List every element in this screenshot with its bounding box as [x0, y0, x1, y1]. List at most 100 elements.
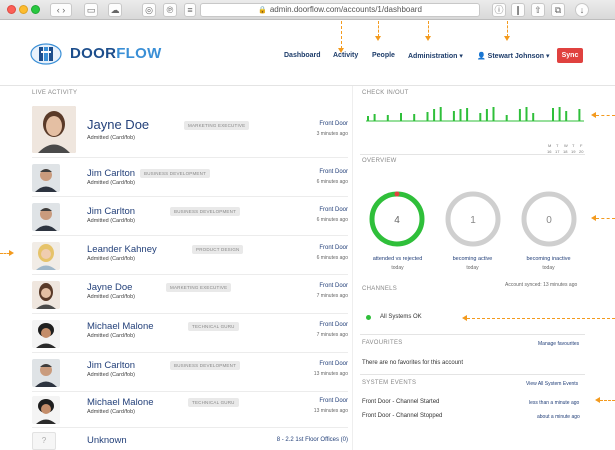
row-divider	[32, 157, 348, 158]
annotation-arrow-icon	[9, 250, 14, 256]
share-icon[interactable]: ⇧	[531, 3, 545, 17]
person-name[interactable]: Jayne Doe	[87, 282, 132, 293]
header-divider	[0, 85, 615, 86]
person-name[interactable]: Jim Carlton	[87, 168, 135, 179]
access-status: Admitted (Card/fob)	[87, 409, 135, 415]
weekday-label: T	[572, 143, 575, 148]
minimize-window-button[interactable]	[19, 5, 28, 14]
nav-dashboard[interactable]: Dashboard	[284, 52, 321, 59]
becoming-inactive-ring[interactable]: 0	[520, 190, 578, 248]
ring-sublabel: today	[391, 265, 404, 271]
door-name[interactable]: Front Door	[319, 245, 348, 251]
person-name[interactable]: Leander Kahney	[87, 244, 157, 255]
annotation-line	[507, 21, 508, 37]
nav-activity[interactable]: Activity	[333, 52, 358, 59]
browser-toolbar: ‹ › ▭ ☁ ◎ ℗ ≡ 🔒 admin.doorflow.com/accoun…	[0, 0, 615, 20]
door-name[interactable]: Front Door	[319, 283, 348, 289]
chart-bar	[373, 114, 376, 121]
reader-icon[interactable]: ❙	[511, 3, 525, 17]
activity-item[interactable]: Jayne Doe MARKETING EXECUTIVE Admitted (…	[32, 277, 348, 313]
activity-item[interactable]: ? Unknown 8 - 2.2 1st Floor Offices (0)	[32, 430, 348, 450]
door-name[interactable]: Front Door	[319, 361, 348, 367]
info-icon[interactable]: ⓘ	[492, 3, 506, 17]
becoming-active-ring[interactable]: 1	[444, 190, 502, 248]
nav-people[interactable]: People	[372, 52, 395, 59]
person-name[interactable]: Jim Carlton	[87, 206, 135, 217]
annotation-line	[428, 21, 429, 37]
person-name[interactable]: Unknown	[87, 435, 127, 446]
annotation-line	[596, 218, 615, 219]
row-divider	[32, 196, 348, 197]
avatar	[32, 106, 76, 153]
person-name[interactable]: Jayne Doe	[87, 117, 149, 132]
doorflow-logo-icon	[30, 43, 62, 65]
chart-bar	[532, 113, 535, 121]
annotation-arrow-icon	[338, 48, 344, 53]
icloud-icon[interactable]: ☁	[108, 3, 122, 17]
stack-icon[interactable]: ≡	[184, 3, 196, 17]
attended-ring[interactable]: 4	[368, 190, 426, 248]
door-name[interactable]: Front Door	[319, 121, 348, 127]
activity-item[interactable]: Michael Malone TECHNICAL GURU Admitted (…	[32, 316, 348, 352]
time-ago: 6 minutes ago	[316, 179, 348, 185]
avatar	[32, 203, 60, 231]
annotation-arrow-icon	[591, 215, 596, 221]
chart-bar	[466, 108, 469, 121]
chart-bar	[518, 109, 521, 121]
annotation-line	[467, 318, 615, 319]
system-event[interactable]: Front Door - Channel Stopped	[362, 413, 442, 419]
extension-icon[interactable]: ◎	[142, 3, 156, 17]
weekday-label: F	[580, 143, 583, 148]
ring-value: 1	[470, 215, 476, 226]
system-event[interactable]: Front Door - Channel Started	[362, 399, 439, 405]
user-menu[interactable]: 👤 Stewart Johnson ▾	[477, 52, 550, 60]
chart-bar	[492, 107, 495, 121]
role-tag: PRODUCT DESIGN	[192, 245, 244, 254]
access-status: Admitted (Card/fob)	[87, 372, 135, 378]
activity-item[interactable]: Jim Carlton BUSINESS DEVELOPMENT Admitte…	[32, 199, 348, 235]
favourites-empty: There are no favorites for this account	[362, 360, 464, 366]
time-ago: 7 minutes ago	[316, 332, 348, 338]
view-all-system-events-link[interactable]: View All System Events	[526, 381, 578, 387]
activity-item[interactable]: Jim Carlton BUSINESS DEVELOPMENT Admitte…	[32, 355, 348, 391]
chart-bar	[452, 111, 455, 121]
door-name[interactable]: Front Door	[319, 169, 348, 175]
time-ago: 13 minutes ago	[313, 408, 348, 414]
annotation-arrow-icon	[462, 315, 467, 321]
door-name[interactable]: Front Door	[319, 322, 348, 328]
sidebar-icon[interactable]: ▭	[84, 3, 98, 17]
time-ago: 3 minutes ago	[316, 131, 348, 137]
annotation-arrow-icon	[595, 397, 600, 403]
close-window-button[interactable]	[7, 5, 16, 14]
tabs-icon[interactable]: ⧉	[551, 3, 565, 17]
row-divider	[32, 313, 348, 314]
annotation-line	[596, 115, 615, 116]
person-name[interactable]: Michael Malone	[87, 321, 154, 332]
pinterest-icon[interactable]: ℗	[163, 3, 177, 17]
person-name[interactable]: Michael Malone	[87, 397, 154, 408]
activity-item[interactable]: Leander Kahney PRODUCT DESIGN Admitted (…	[32, 238, 348, 274]
nav-administration[interactable]: Administration ▾	[408, 52, 463, 60]
back-forward-button[interactable]: ‹ ›	[50, 3, 72, 17]
annotation-line	[600, 400, 615, 401]
maximize-window-button[interactable]	[31, 5, 40, 14]
rejected-marker	[394, 191, 400, 197]
download-icon[interactable]: ↓	[575, 3, 589, 17]
manage-favourites-link[interactable]: Manage favourites	[538, 341, 579, 347]
annotation-arrow-icon	[504, 36, 510, 41]
unknown-person-icon: ?	[41, 436, 47, 445]
activity-item[interactable]: Michael Malone TECHNICAL GURU Admitted (…	[32, 394, 348, 426]
avatar	[32, 242, 60, 270]
caret-down-icon: ▾	[459, 53, 463, 60]
row-divider	[32, 391, 348, 392]
sync-button[interactable]: Sync	[557, 48, 583, 63]
address-bar[interactable]: 🔒 admin.doorflow.com/accounts/1/dashboard	[200, 3, 480, 17]
door-name[interactable]: 8 - 2.2 1st Floor Offices (0)	[277, 437, 348, 443]
channels-title: CHANNELS	[362, 286, 398, 292]
activity-item[interactable]: Jayne Doe MARKETING EXECUTIVE Admitted (…	[32, 104, 348, 156]
door-name[interactable]: Front Door	[319, 207, 348, 213]
door-name[interactable]: Front Door	[319, 398, 348, 404]
person-name[interactable]: Jim Carlton	[87, 360, 135, 371]
favourites-title: FAVOURITES	[362, 340, 403, 346]
activity-item[interactable]: Jim Carlton BUSINESS DEVELOPMENT Admitte…	[32, 160, 348, 196]
